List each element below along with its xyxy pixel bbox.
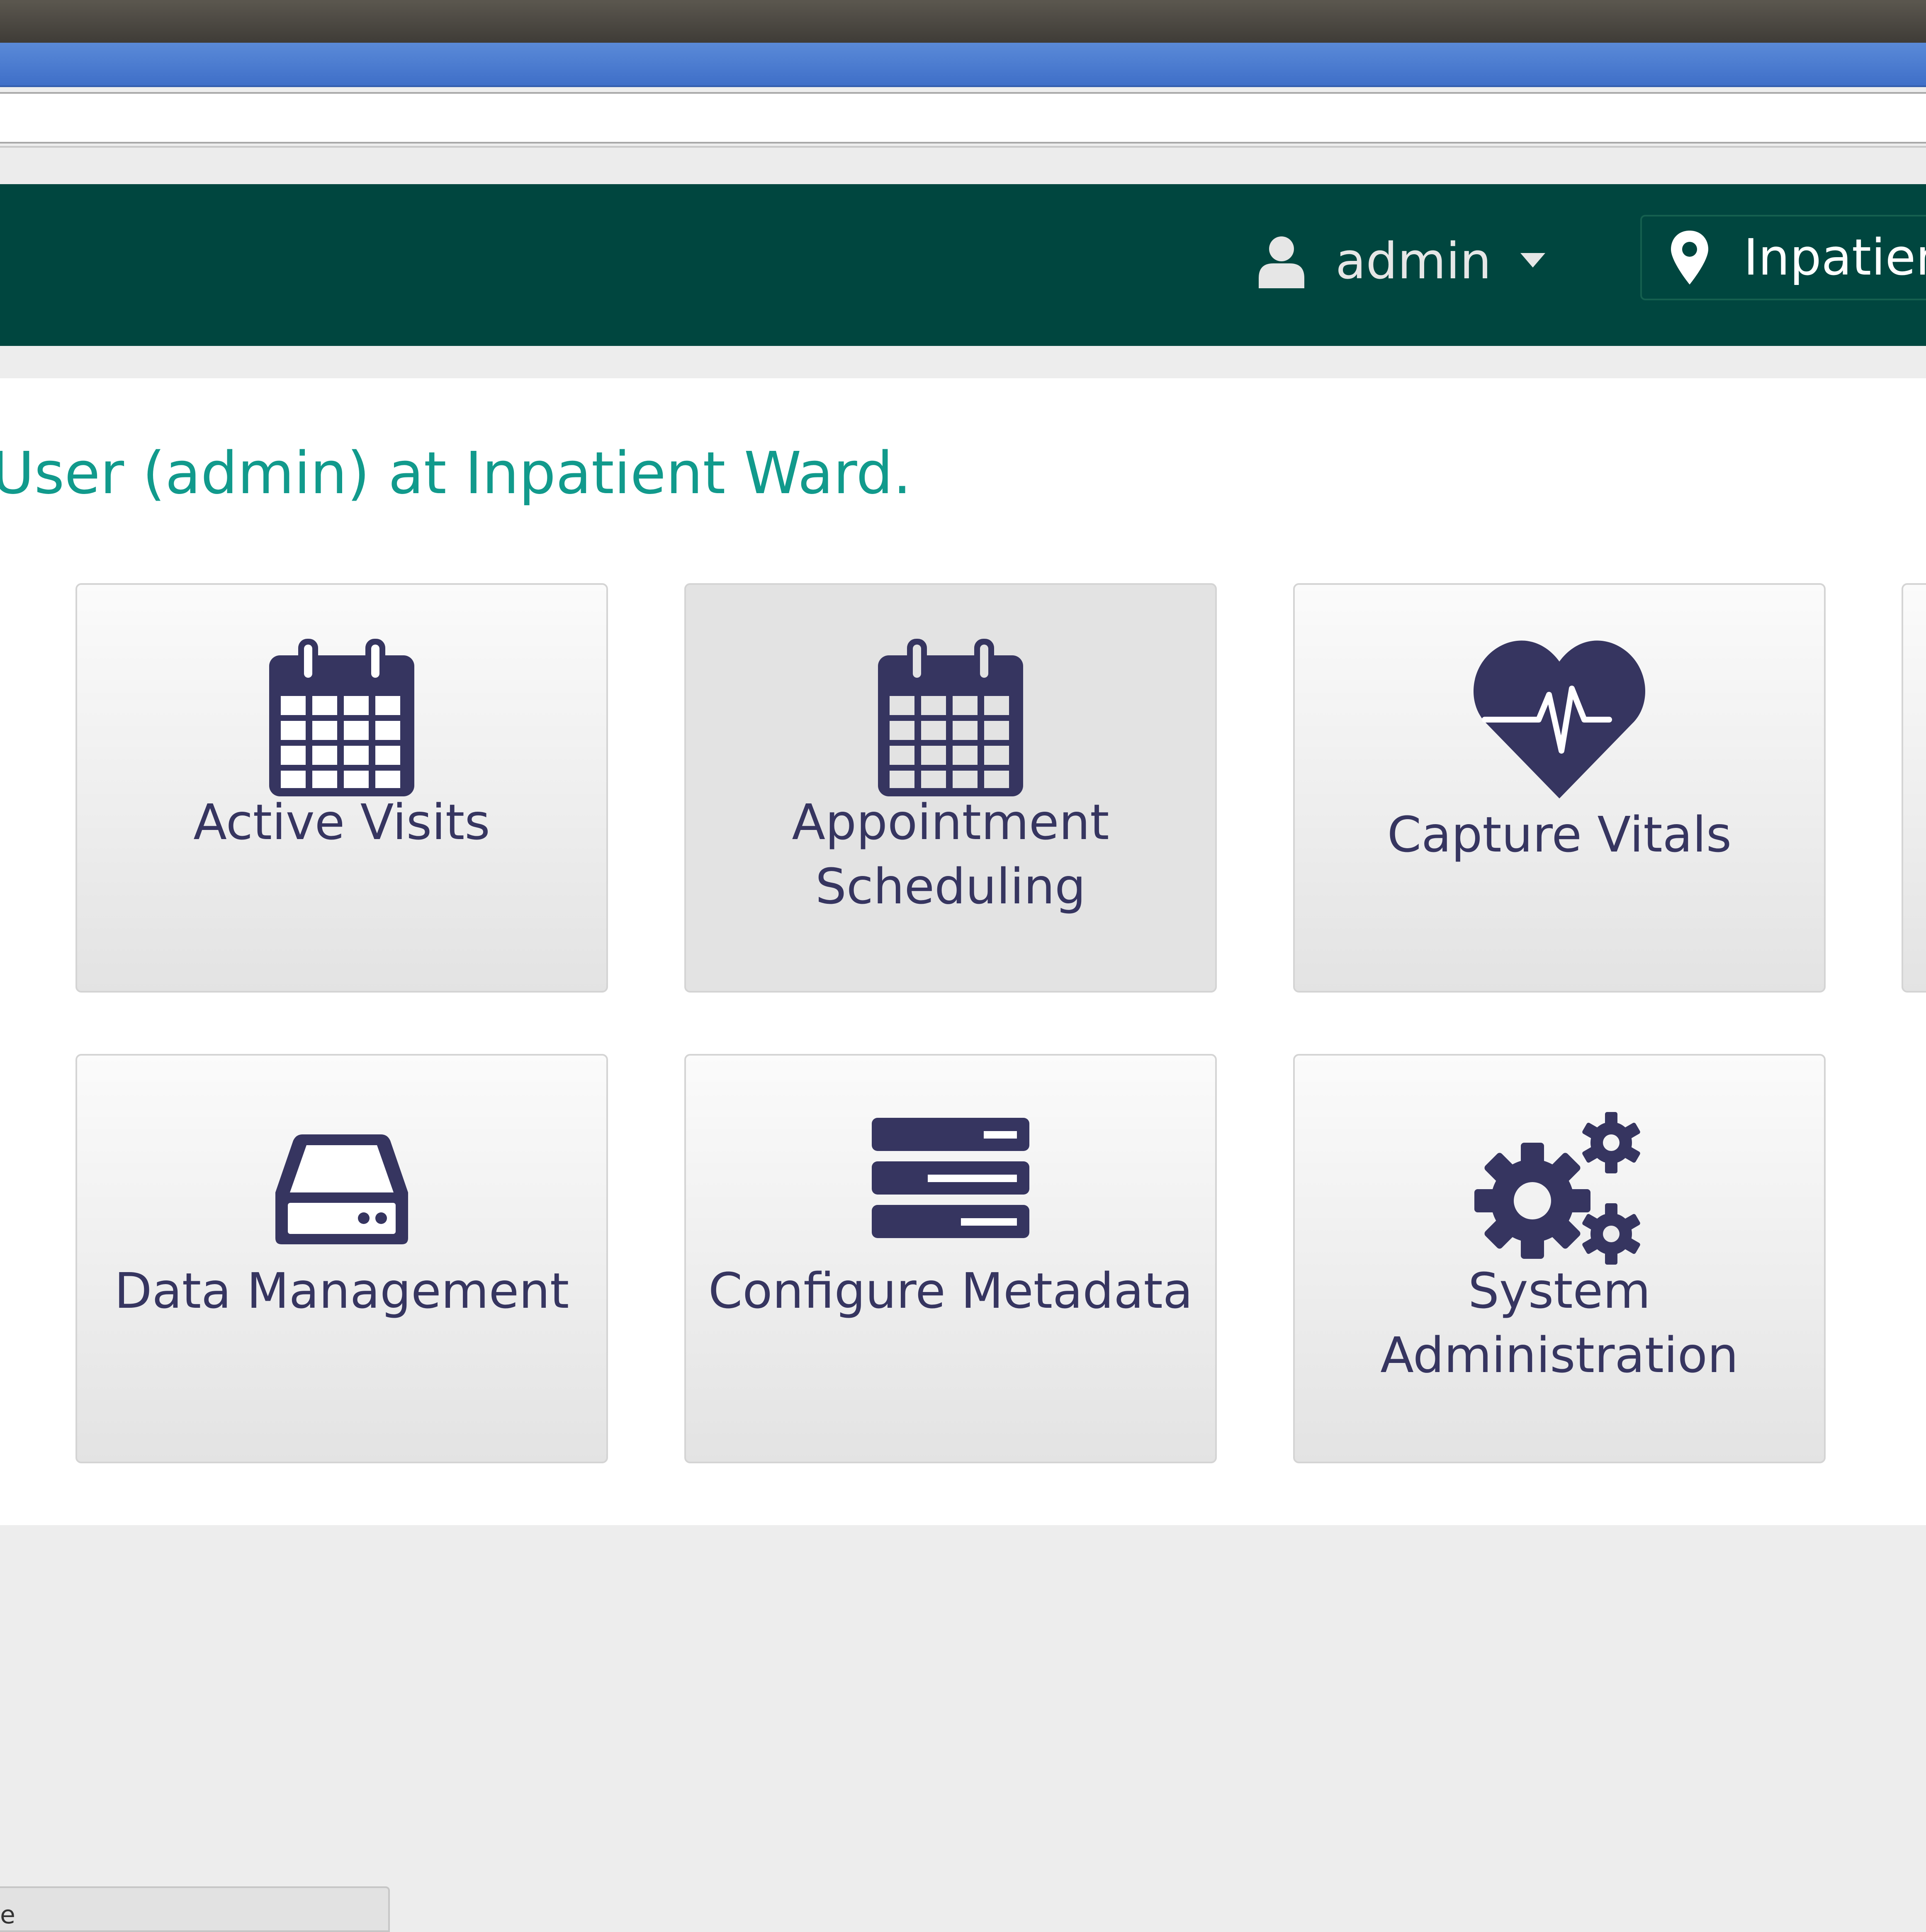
app-tile-label: Active Visits — [193, 793, 490, 851]
app-tile-label: Data Management — [114, 1262, 569, 1319]
welcome-message: User (admin) at Inpatient Ward. — [0, 440, 912, 507]
gears-icon — [1474, 1112, 1640, 1265]
location-name: Inpatient Ward — [1744, 229, 1926, 287]
user-icon — [1259, 236, 1304, 288]
browser-titlebar — [0, 43, 1926, 87]
browser-toolbar — [0, 146, 1926, 184]
location-menu[interactable]: Inpatient Ward — [1640, 215, 1926, 300]
app-tile-appointment-scheduling[interactable]: Appointment Scheduling — [684, 583, 1217, 993]
app-tile-label: Capture Vitals — [1387, 806, 1732, 863]
app-tile-label: System Administration — [1380, 1262, 1739, 1384]
app-tile-system-administration[interactable]: System Administration — [1293, 1054, 1826, 1463]
server-icon — [872, 1118, 1029, 1238]
heartbeat-icon — [1473, 640, 1646, 798]
address-bar[interactable] — [0, 92, 1926, 144]
app-tile-active-visits[interactable]: Active Visits — [75, 583, 608, 993]
app-tile-label: Appointment Scheduling — [792, 793, 1109, 915]
chevron-down-icon — [1520, 253, 1545, 268]
hard-drive-icon — [275, 1134, 408, 1244]
app-tile-partial[interactable] — [1902, 583, 1926, 993]
app-tile-label: Configure Metadata — [708, 1262, 1193, 1319]
os-top-bar — [0, 0, 1926, 43]
user-menu[interactable]: admin — [1257, 228, 1555, 294]
app-header — [0, 184, 1926, 346]
calendar-icon — [269, 639, 414, 796]
app-tile-data-management[interactable]: Data Management — [75, 1054, 608, 1463]
status-bar: e — [0, 1886, 390, 1932]
map-marker-icon — [1671, 231, 1708, 285]
app-tile-configure-metadata[interactable]: Configure Metadata — [684, 1054, 1217, 1463]
user-name: admin — [1335, 232, 1491, 290]
app-tile-capture-vitals[interactable]: Capture Vitals — [1293, 583, 1826, 993]
calendar-icon — [878, 639, 1023, 796]
